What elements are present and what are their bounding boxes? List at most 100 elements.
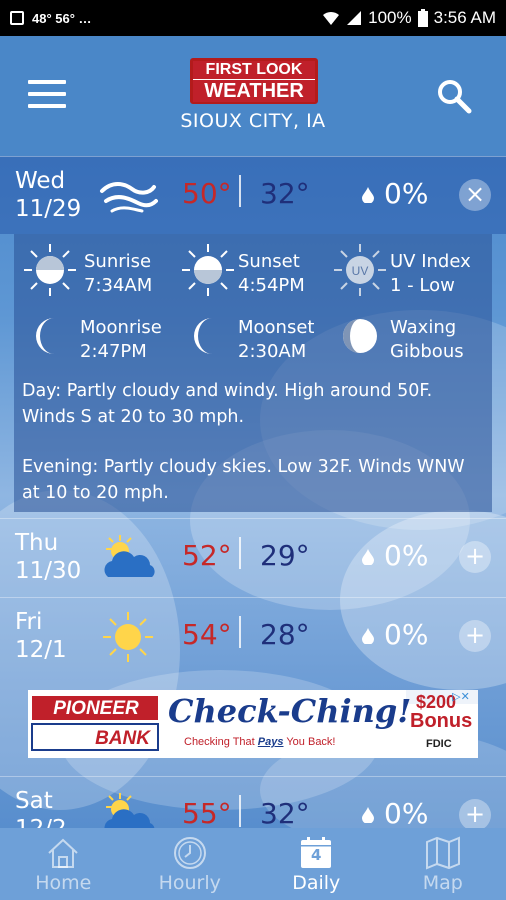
expand-button[interactable]: + [459,541,491,573]
day-row-wed[interactable]: Wed 11/29 50° 32° 0% × [0,156,506,234]
status-bar: 48° 56° … 100% 3:56 AM [0,0,506,36]
wifi-icon [323,11,340,25]
expand-button[interactable]: + [459,799,491,831]
day-name: Sat [15,788,53,814]
temp-divider [239,175,241,207]
precip-chance: 0% [384,797,429,830]
partly-cloudy-icon [104,535,155,577]
precip-chance: 0% [384,618,429,651]
nav-daily[interactable]: 4 Daily [253,828,380,900]
search-icon[interactable] [436,78,472,114]
moonrise-icon [36,318,54,354]
moonset-label: Moonset [238,317,315,338]
svg-text:UV: UV [352,264,369,278]
collapse-button[interactable]: × [459,179,491,211]
raindrop-icon [362,549,374,565]
day-row-fri[interactable]: Fri 12/1 54° 28° 0% + [0,597,506,675]
waxing-gibbous-moon-icon [343,319,377,353]
high-temp: 54° [182,618,232,651]
ad-tagline: Checking That Pays You Back! [184,736,336,748]
status-right: 100% 3:56 AM [322,8,496,28]
moonrise-label: Moonrise [80,317,162,338]
moonrise-text: Moonrise 2:47PM [80,316,162,364]
app-header: FIRST LOOK WEATHER SIOUX CITY, IA [0,36,506,156]
sunrise-info: Sunrise 7:34AM [22,242,172,304]
battery-percent: 100% [368,8,412,27]
sunrise-icon [24,244,76,296]
ad-choices-icon[interactable]: ▷✕ [444,690,478,704]
sunrise-text: Sunrise 7:34AM [84,250,152,298]
nav-home-label: Home [35,872,92,894]
pioneer-bank-ad-banner[interactable]: PIONEER BANK Check-Ching! Checking That … [28,690,478,758]
high-temp: 55° [182,797,232,830]
raindrop-icon [362,628,374,644]
ad-headline: Check-Ching! [168,692,412,730]
ad-brand-line2: BANK [95,728,150,749]
day-name: Wed [15,168,66,194]
day-label: Wed 11/29 [15,167,81,223]
sunny-icon [103,612,153,662]
nav-map-label: Map [422,872,463,894]
ad-brand-line1: PIONEER [53,698,139,719]
map-icon [425,836,460,870]
sunset-text: Sunset 4:54PM [238,250,305,298]
moonset-text: Moonset 2:30AM [238,316,314,364]
day-forecast-text: Day: Partly cloudy and windy. High aroun… [22,378,488,430]
uv-value: 1 - Low [390,275,455,296]
ad-fdic: FDIC [426,738,452,750]
sunset-icon [182,244,234,296]
day-date: 11/29 [15,196,82,222]
nav-map[interactable]: Map [380,828,506,900]
day-details-panel: Sunrise 7:34AM Sunset 4:54PM UV UV Index… [14,234,492,512]
logo-line1: FIRST LOOK [193,60,315,79]
ad-tagline-pre: Checking That [184,736,258,748]
day-date: 11/30 [15,558,82,584]
moon-phase-line2: Gibbous [390,341,464,362]
hamburger-menu-button[interactable] [28,80,66,108]
evening-text-line2: at 10 to 20 mph. [22,483,169,503]
evening-text-line1: Evening: Partly cloudy skies. Low 32F. W… [22,457,465,477]
home-icon [48,838,78,868]
moonset-time: 2:30AM [238,341,307,362]
day-text-line2: Winds S at 20 to 30 mph. [22,407,245,427]
status-left: 48° 56° … [10,11,92,26]
high-temp: 52° [182,539,232,572]
day-date: 12/1 [15,637,67,663]
battery-icon [417,9,428,27]
raindrop-icon [362,187,374,203]
sunrise-time: 7:34AM [84,275,153,296]
notification-icon [10,11,24,25]
nav-home[interactable]: Home [0,828,127,900]
moonset-info: Moonset 2:30AM [180,308,330,370]
sunset-label: Sunset [238,251,300,272]
sunrise-label: Sunrise [84,251,152,272]
uv-label: UV Index [390,251,471,272]
day-name: Fri [15,609,43,635]
clock-icon [173,837,206,869]
evening-forecast-text: Evening: Partly cloudy skies. Low 32F. W… [22,454,488,506]
temp-divider [239,537,241,569]
ad-tagline-em: Pays [257,736,284,748]
moon-phase-info: Waxing Gibbous [332,308,482,370]
calendar-badge: 4 [311,846,322,864]
low-temp: 32° [260,797,310,830]
sunset-info: Sunset 4:54PM [180,242,330,304]
signal-icon [347,11,362,25]
moonrise-time: 2:47PM [80,341,147,362]
moon-phase-line1: Waxing [390,317,457,338]
nav-hourly-label: Hourly [158,872,221,894]
expand-button[interactable]: + [459,620,491,652]
status-temps: 48° 56° … [32,10,92,26]
uv-text: UV Index 1 - Low [390,250,471,298]
day-text-line1: Day: Partly cloudy and windy. High aroun… [22,381,433,401]
logo-line2: WEATHER [193,79,315,102]
moonset-icon [194,318,212,354]
day-label: Fri 12/1 [15,608,67,664]
uv-index-info: UV UV Index 1 - Low [332,242,482,304]
high-temp: 50° [182,177,232,210]
nav-hourly[interactable]: Hourly [127,828,254,900]
day-name: Thu [15,530,59,556]
status-time: 3:56 AM [433,8,496,27]
moon-phase-text: Waxing Gibbous [390,316,464,364]
day-row-thu[interactable]: Thu 11/30 52° 29° 0% + [0,518,506,596]
